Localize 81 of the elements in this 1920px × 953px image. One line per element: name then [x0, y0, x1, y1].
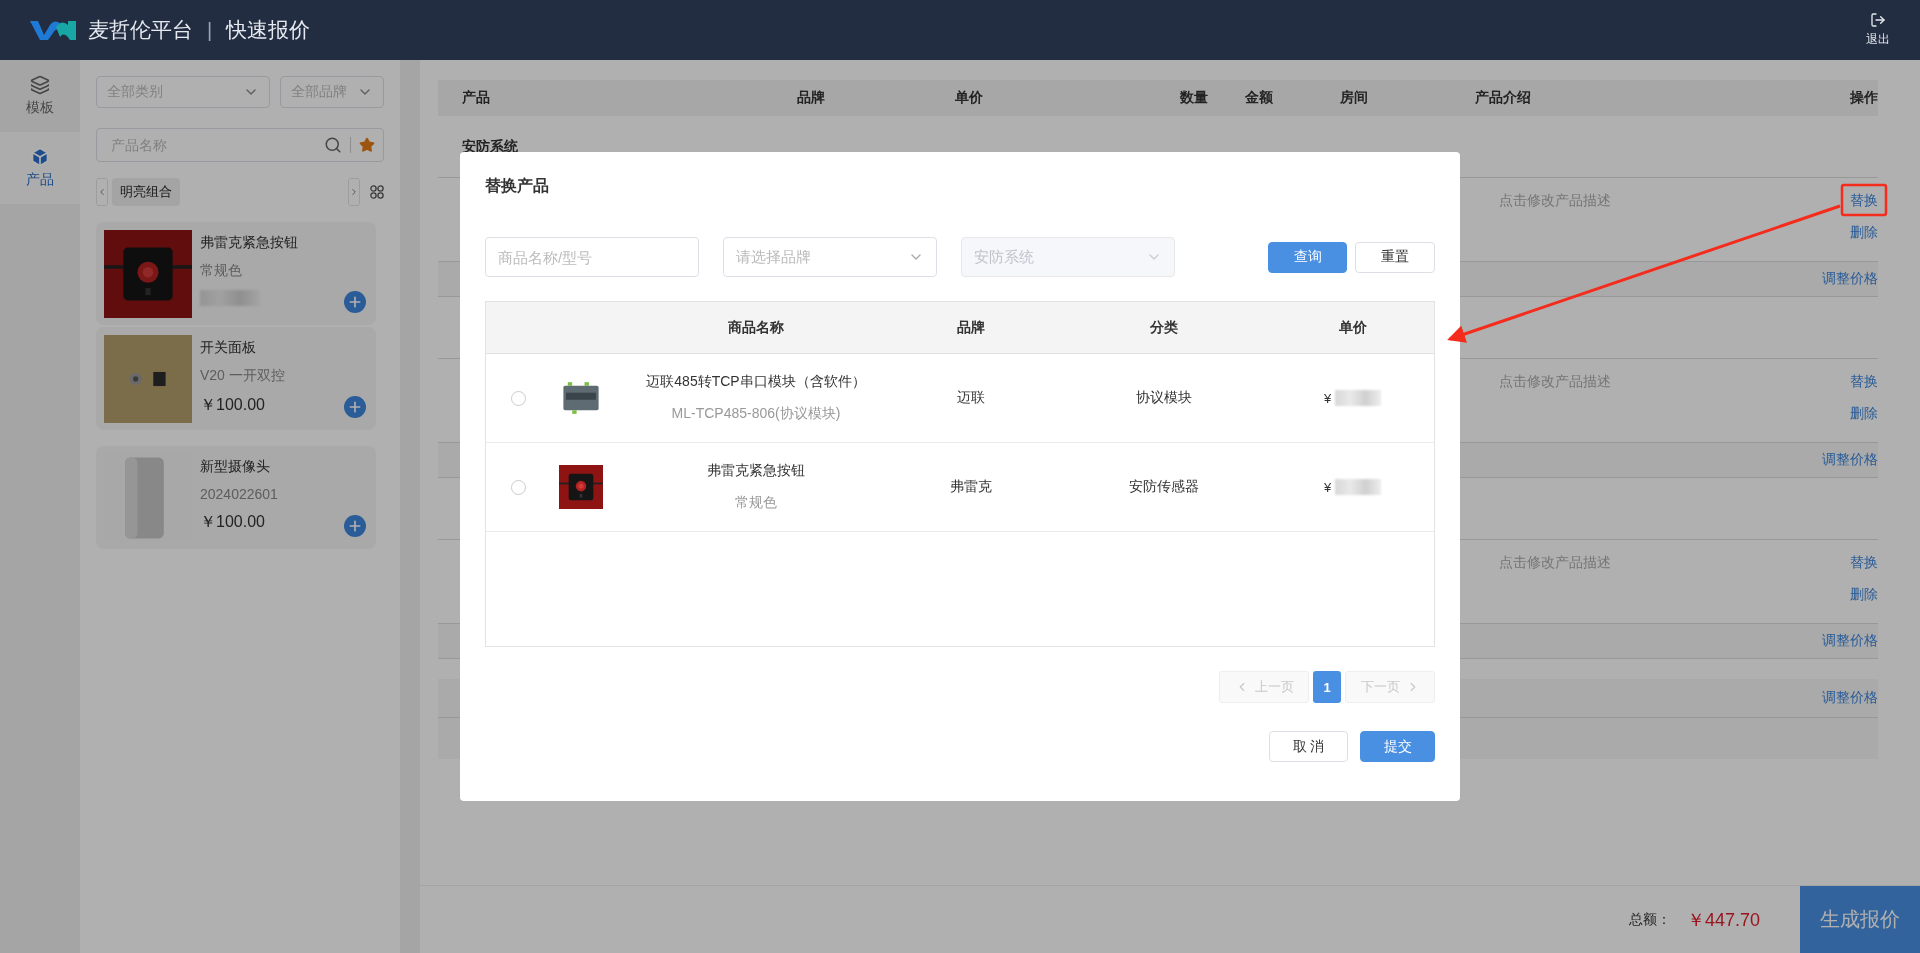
brand-cell: 迈联	[957, 389, 985, 407]
logout-icon	[1870, 12, 1886, 28]
cancel-button[interactable]: 取 消	[1269, 731, 1348, 762]
nav-item[interactable]: 模板	[0, 60, 80, 132]
product-description[interactable]: 点击修改产品描述	[1499, 373, 1611, 442]
add-button[interactable]	[344, 396, 366, 418]
page-button[interactable]: 1	[1313, 671, 1341, 703]
product-name: 开关面板	[200, 339, 257, 357]
column-header: 产品	[462, 89, 490, 107]
product-spec: 2024022601	[200, 486, 278, 502]
action-link[interactable]: 删除	[1850, 405, 1878, 423]
reset-button[interactable]: 重置	[1355, 241, 1435, 273]
name-field[interactable]: 商品名称/型号	[485, 237, 699, 277]
action-link[interactable]: 删除	[1850, 586, 1878, 604]
column-header: 品牌	[957, 318, 985, 337]
category-cell: 协议模块	[1135, 389, 1192, 407]
product-spec: 常规色	[200, 262, 243, 280]
scrollbar-track[interactable]	[400, 60, 420, 953]
product-name: 弗雷克紧急按钮	[707, 462, 805, 480]
plus-icon	[347, 294, 363, 310]
action-link[interactable]: 删除	[1850, 224, 1878, 242]
total-label: 总额：	[1628, 910, 1671, 929]
product-model: 常规色	[735, 494, 777, 512]
adjust-price-link[interactable]: 调整价格	[1822, 270, 1878, 288]
brand-name: 麦哲伦平台	[88, 17, 193, 43]
product-description[interactable]: 点击修改产品描述	[1499, 192, 1611, 261]
logo-icon	[30, 19, 76, 41]
chevron-right-icon	[349, 187, 359, 197]
column-header: 分类	[1149, 318, 1178, 337]
add-button[interactable]	[344, 291, 366, 313]
column-header: 单价	[1338, 318, 1367, 337]
action-link[interactable]: 替换	[1850, 554, 1878, 572]
scroll-right-button[interactable]	[348, 178, 360, 206]
total-amount: ￥447.70	[1686, 908, 1760, 932]
title-separator: |	[207, 18, 213, 42]
submit-button[interactable]: 提交	[1360, 731, 1435, 762]
product-price: ￥100.00	[200, 395, 266, 415]
column-header: 房间	[1340, 89, 1368, 107]
query-button[interactable]: 查询	[1268, 241, 1347, 273]
column-header: 金额	[1245, 89, 1273, 107]
product-model: ML-TCP485-806(协议模块)	[671, 405, 841, 423]
dialog-title: 替换产品	[485, 176, 550, 196]
price-cell: ¥	[1323, 390, 1332, 406]
column-header: 操作	[1850, 89, 1878, 107]
action-link[interactable]: 替换	[1850, 192, 1878, 210]
category-cell: 安防传感器	[1128, 478, 1199, 496]
highlight-frame	[1840, 183, 1888, 217]
plus-icon	[347, 399, 363, 415]
adjust-price-link[interactable]: 调整价格	[1822, 451, 1878, 469]
page-title: 快速报价	[226, 17, 311, 43]
product-name: 迈联485转TCP串口模块（含软件）	[646, 373, 866, 391]
cube-icon	[30, 147, 50, 167]
radio-button[interactable]	[510, 479, 526, 495]
radio-button[interactable]	[510, 390, 526, 406]
brand-select[interactable]: 请选择品牌	[723, 237, 937, 277]
add-button[interactable]	[344, 515, 366, 537]
nav-item[interactable]: 产品	[0, 132, 80, 204]
column-header: 数量	[1180, 89, 1208, 107]
search-icon[interactable]	[324, 136, 342, 154]
product-name: 新型摄像头	[200, 458, 271, 476]
plus-icon	[347, 518, 363, 534]
product-spec: V20 一开双控	[200, 367, 285, 385]
action-link[interactable]: 替换	[1850, 373, 1878, 391]
generate-quote-button[interactable]: 生成报价	[1800, 885, 1920, 953]
adjust-price-link[interactable]: 调整价格	[1822, 689, 1878, 707]
layers-icon	[30, 75, 50, 95]
logout-button[interactable]: 退出	[1866, 12, 1890, 48]
column-header: 商品名称	[728, 318, 784, 337]
product-price: ￥100.00	[200, 512, 266, 532]
column-header: 单价	[955, 89, 983, 107]
column-header: 品牌	[797, 89, 825, 107]
product-name: 弗雷克紧急按钮	[200, 234, 298, 252]
price-cell: ¥	[1323, 479, 1332, 495]
column-header: 产品介绍	[1475, 89, 1531, 107]
brand-cell: 弗雷克	[950, 478, 992, 496]
adjust-price-link[interactable]: 调整价格	[1822, 632, 1878, 650]
category-chip[interactable]: 明亮组合	[112, 178, 180, 206]
star-icon[interactable]	[359, 137, 375, 153]
product-description[interactable]: 点击修改产品描述	[1499, 554, 1611, 623]
chevron-left-icon	[97, 187, 107, 197]
grid-icon[interactable]	[370, 185, 384, 199]
